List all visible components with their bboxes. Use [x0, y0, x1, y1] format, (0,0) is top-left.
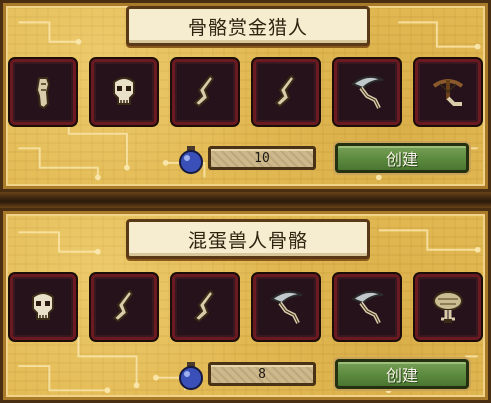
ingredient-slot[interactable]: [91, 59, 157, 125]
ingredient-slot[interactable]: [334, 59, 400, 125]
ingredient-slot[interactable]: [172, 59, 238, 125]
recipe-title: 混蛋兽人骨骼: [126, 219, 370, 259]
crossbow-arm-icon: [432, 79, 464, 106]
cost-display: 8: [208, 362, 316, 386]
scythe-arm-icon: [270, 290, 303, 324]
panel-divider: [0, 192, 491, 208]
ingredient-slot[interactable]: [253, 274, 319, 340]
ingredient-slot[interactable]: [172, 274, 238, 340]
create-button[interactable]: 创建: [335, 143, 469, 173]
bone-leg-icon: [112, 289, 134, 323]
recipe-card-2: 混蛋兽人骨骼 8 创建: [0, 208, 491, 403]
scythe-arm-icon: [351, 290, 384, 324]
ingredient-slot[interactable]: [91, 274, 157, 340]
cost-display: 10: [208, 146, 316, 170]
create-button[interactable]: 创建: [335, 359, 469, 389]
bone-leg-icon: [193, 74, 215, 108]
ornate-skull-icon: [433, 291, 463, 323]
recipe-card-1: 骨骼赏金猎人 10 创建: [0, 0, 491, 192]
ingredient-slot[interactable]: [10, 274, 76, 340]
scythe-arm-icon: [351, 75, 384, 109]
ingredient-slot[interactable]: [10, 59, 76, 125]
mana-orb-icon: [179, 146, 203, 174]
ingredient-slot[interactable]: [415, 59, 481, 125]
ingredient-slot[interactable]: [253, 59, 319, 125]
skull-icon: [32, 292, 54, 320]
skull-icon: [113, 77, 135, 105]
ingredient-slot[interactable]: [415, 274, 481, 340]
bone-leg-icon: [193, 289, 215, 323]
recipe-title: 骨骼赏金猎人: [126, 6, 370, 46]
mana-orb-icon: [179, 362, 203, 390]
bone-leg-icon: [274, 74, 296, 108]
bone-key-icon: [35, 77, 51, 110]
ingredient-slot[interactable]: [334, 274, 400, 340]
